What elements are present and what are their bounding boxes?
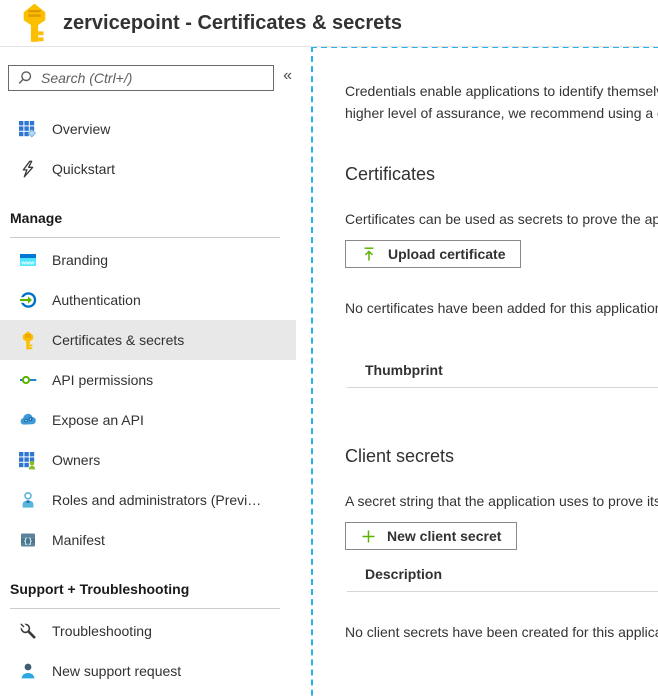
sidebar-item-manifest[interactable]: {} Manifest	[0, 520, 296, 560]
upload-certificate-button[interactable]: Upload certificate	[345, 240, 522, 268]
sidebar: « Overview	[0, 48, 296, 699]
sidebar-item-expose-api[interactable]: Expose an API	[0, 400, 296, 440]
lightning-icon	[18, 160, 37, 179]
grid-cube-icon	[18, 120, 37, 139]
support-person-icon	[18, 662, 37, 681]
certificates-heading: Certificates	[345, 164, 436, 184]
sidebar-item-label: Authentication	[52, 292, 141, 308]
sidebar-item-api-permissions[interactable]: API permissions	[0, 360, 296, 400]
sidebar-item-label: Quickstart	[52, 161, 116, 177]
client-secrets-empty-message: No client secrets have been created for …	[345, 624, 658, 640]
key-icon	[20, 3, 49, 43]
certificates-description: Certificates can be used as secrets to p…	[345, 211, 658, 227]
app-window: zervicepoint - Certificates & secrets «	[0, 0, 658, 699]
sidebar-item-quickstart[interactable]: Quickstart	[0, 149, 296, 189]
sidebar-item-overview[interactable]: Overview	[0, 109, 296, 149]
new-client-secret-button[interactable]: New client secret	[345, 522, 518, 550]
browser-www-icon: www	[18, 251, 37, 270]
sidebar-item-label: Manifest	[52, 532, 105, 548]
certificates-empty-message: No certificates have been added for this…	[345, 300, 658, 316]
collapse-sidebar-button[interactable]: «	[279, 67, 296, 85]
page-title: zervicepoint - Certificates & secrets	[63, 11, 403, 34]
sidebar-item-label: API permissions	[52, 372, 154, 388]
section-divider	[10, 608, 280, 609]
upload-icon	[361, 246, 377, 262]
credentials-intro-line1: Credentials enable applications to ident…	[345, 83, 658, 99]
section-title: Support + Troubleshooting	[10, 581, 190, 597]
sidebar-item-label: Certificates & secrets	[52, 332, 185, 348]
description-column-header: Description	[365, 566, 443, 582]
braces-icon: {}	[18, 531, 37, 550]
upload-certificate-label: Upload certificate	[388, 246, 506, 262]
sidebar-item-label: Owners	[52, 452, 101, 468]
sidebar-item-label: Roles and administrators (Previ…	[52, 492, 262, 508]
search-icon	[17, 70, 33, 86]
sidebar-item-label: New support request	[52, 663, 182, 679]
sidebar-item-authentication[interactable]: Authentication	[0, 280, 296, 320]
svg-text:{}: {}	[23, 536, 33, 545]
sidebar-item-certificates-secrets[interactable]: Certificates & secrets	[0, 320, 296, 360]
sidebar-item-troubleshooting[interactable]: Troubleshooting	[0, 611, 296, 651]
sidebar-item-label: Expose an API	[52, 412, 144, 428]
sidebar-item-roles-administrators[interactable]: Roles and administrators (Previ…	[0, 480, 296, 520]
sidebar-item-label: Troubleshooting	[52, 623, 152, 639]
section-divider	[10, 237, 280, 238]
sidebar-section-support: Support + Troubleshooting Troubleshootin…	[0, 581, 296, 691]
client-secrets-description: A secret string that the application use…	[345, 493, 658, 509]
cloud-gear-icon	[18, 411, 37, 430]
wrench-icon	[18, 622, 37, 641]
person-badge-icon	[18, 491, 37, 510]
sidebar-section-manage: Manage www Branding Authentication Certi…	[0, 210, 296, 560]
sidebar-item-owners[interactable]: Owners	[0, 440, 296, 480]
sidebar-item-label: Overview	[52, 121, 111, 137]
sign-in-icon	[18, 291, 37, 310]
key-icon	[18, 330, 37, 350]
sidebar-item-branding[interactable]: www Branding	[0, 240, 296, 280]
page-header: zervicepoint - Certificates & secrets	[0, 0, 658, 47]
sidebar-item-new-support-request[interactable]: New support request	[0, 651, 296, 691]
credentials-intro-line2: higher level of assurance, we recommend …	[345, 105, 658, 121]
section-title: Manage	[10, 210, 63, 226]
search-input[interactable]	[41, 70, 266, 86]
plus-icon	[361, 529, 376, 544]
sidebar-search	[8, 65, 275, 91]
thumbprint-column-header: Thumbprint	[365, 362, 443, 378]
new-client-secret-label: New client secret	[387, 528, 502, 544]
svg-text:www: www	[20, 261, 35, 267]
main-content-pane: Credentials enable applications to ident…	[311, 46, 658, 699]
grid-person-icon	[18, 451, 37, 470]
client-secrets-heading: Client secrets	[345, 446, 455, 466]
table-divider	[347, 387, 658, 388]
endpoint-icon	[18, 371, 37, 390]
table-divider	[347, 591, 658, 592]
sidebar-item-label: Branding	[52, 252, 109, 268]
